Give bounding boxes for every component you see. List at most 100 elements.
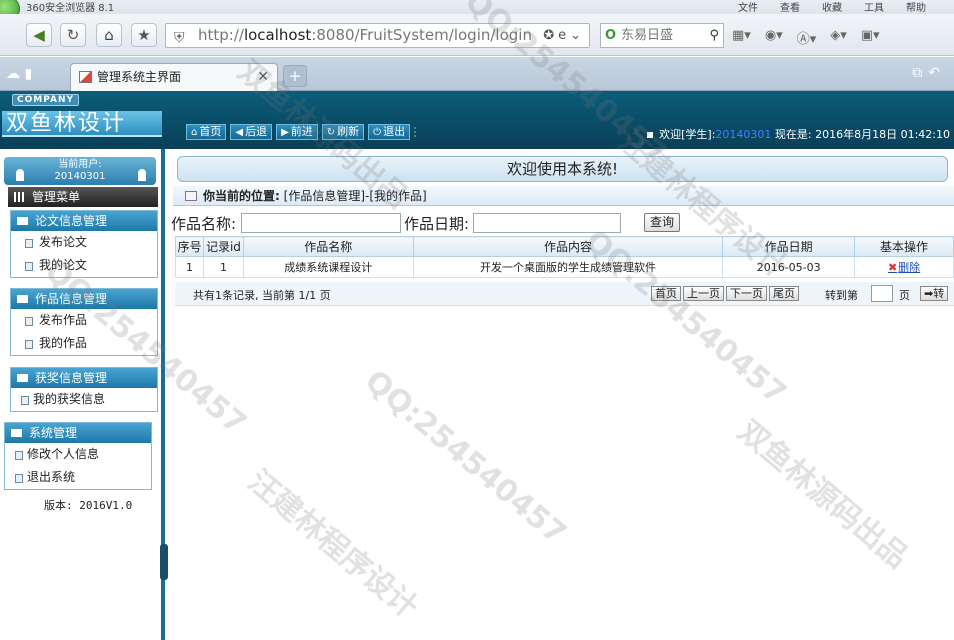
pager-buttons: 首页 上一页 下一页 尾页 — [651, 286, 799, 301]
menu-file[interactable]: 文件 — [738, 0, 758, 14]
security-icon[interactable]: ◉▾ — [765, 28, 783, 47]
new-tab-button[interactable]: + — [283, 65, 307, 87]
go-arrow-icon: ➡ — [924, 287, 934, 300]
refresh-button-label: 刷新 — [337, 125, 360, 138]
last-page-button[interactable]: 尾页 — [769, 286, 799, 301]
sidebar-item-label: 我的获奖信息 — [33, 392, 106, 406]
forward-button-label: 前进 — [290, 125, 313, 138]
page-unit-label: 页 — [899, 289, 910, 302]
restore-tabs-icon[interactable]: ⧉↶ — [912, 65, 946, 81]
menu-group-header[interactable]: 系统管理 — [5, 423, 151, 443]
refresh-button[interactable]: ↻ 刷新 — [321, 124, 365, 140]
goto-page-input[interactable] — [871, 285, 893, 302]
column-header-actions: 基本操作 — [854, 236, 954, 257]
logout-button[interactable]: ⏻ 退出 — [368, 124, 411, 140]
sidebar-item-logout[interactable]: 退出系统 — [5, 466, 151, 489]
cell-actions: ✖删除 — [854, 256, 954, 278]
back-arrow-icon[interactable]: ◀ — [26, 23, 52, 47]
menu-tools[interactable]: 工具 — [864, 0, 884, 14]
search-filters: 作品名称: 作品日期: 查询 — [171, 212, 952, 234]
logout-button-label: 退出 — [383, 125, 406, 138]
home-button[interactable]: ⌂ 首页 — [186, 124, 227, 140]
table-header-row: 序号 记录id 作品名称 作品内容 作品日期 基本操作 — [175, 236, 954, 257]
menu-group-title: 作品信息管理 — [35, 292, 108, 306]
work-name-label: 作品名称: — [171, 215, 237, 233]
translate-icon[interactable]: Ⓐ▾ — [797, 28, 817, 47]
menu-group-works: 作品信息管理 发布作品 我的作品 — [10, 288, 158, 356]
search-engine-icon: O — [605, 28, 617, 43]
menu-help[interactable]: 帮助 — [906, 0, 926, 14]
menu-group-header[interactable]: 论文信息管理 — [11, 211, 157, 231]
query-button[interactable]: 查询 — [644, 213, 680, 232]
browser-title-bar: 360安全浏览器 8.1 文件 查看 收藏 工具 帮助 — [0, 0, 954, 22]
document-icon — [15, 451, 23, 460]
pin-icon — [16, 169, 24, 181]
sidebar-item-edit-profile[interactable]: 修改个人信息 — [5, 443, 151, 466]
browser-toolbar-icons: ▦▾ ◉▾ Ⓐ▾ ◈▾ ▣▾ — [732, 28, 880, 47]
toolbar-grip-icon — [414, 127, 422, 137]
search-icon[interactable]: ⚲ — [709, 24, 719, 47]
address-bar[interactable]: ⛨ http://localhost:8080/FruitSystem/logi… — [165, 23, 590, 48]
tab-close-icon[interactable]: ✕ — [257, 64, 269, 90]
sidebar-item-label: 修改个人信息 — [27, 447, 100, 461]
reload-icon[interactable]: ↻ — [60, 23, 86, 47]
menu-favorites[interactable]: 收藏 — [822, 0, 842, 14]
menu-group-header[interactable]: 获奖信息管理 — [11, 368, 157, 388]
prev-page-button[interactable]: 上一页 — [683, 286, 724, 301]
sidebar-item-publish-work[interactable]: 发布作品 — [11, 309, 157, 332]
main-content: 欢迎使用本系统! 你当前的位置: [作品信息管理]-[我的作品] 作品名称: 作… — [169, 149, 954, 640]
menu-title: 管理菜单 — [8, 187, 158, 207]
work-date-input[interactable] — [473, 213, 621, 233]
sidebar-collapse-handle[interactable] — [160, 544, 168, 580]
menu-view[interactable]: 查看 — [780, 0, 800, 14]
cell-work-name: 成绩系统课程设计 — [242, 256, 414, 278]
sidebar-item-my-papers[interactable]: 我的论文 — [11, 254, 157, 277]
pager-info: 共有1条记录, 当前第 1/1 页 — [193, 289, 331, 302]
menu-group-header[interactable]: 作品信息管理 — [11, 289, 157, 309]
search-box[interactable]: O 东易日盛 ⚲ — [600, 23, 724, 48]
refresh-icon: ↻ — [326, 127, 336, 138]
brand-logo: 双鱼林设计 — [2, 111, 162, 137]
apps-icon[interactable]: ▦▾ — [732, 28, 751, 47]
folder-icon — [17, 374, 28, 382]
menu-group-title: 系统管理 — [29, 426, 78, 440]
back-icon: ◀ — [235, 127, 244, 138]
location-icon — [185, 191, 197, 201]
browser-nav-bar: ◀ ↻ ⌂ ★ ⛨ http://localhost:8080/FruitSys… — [0, 14, 954, 56]
sidebar-item-label: 发布论文 — [39, 235, 88, 249]
extension-icon[interactable]: ◈▾ — [830, 28, 847, 47]
screenshot-icon[interactable]: ▣▾ — [861, 28, 880, 47]
address-bar-tools-icon[interactable]: ✪e⌄ — [543, 24, 585, 47]
column-header-seq: 序号 — [175, 236, 204, 257]
favorite-star-icon[interactable]: ★ — [131, 23, 157, 47]
sidebar-item-my-works[interactable]: 我的作品 — [11, 332, 157, 355]
document-icon — [25, 262, 33, 271]
header-toolbar: ⌂ 首页 ◀ 后退 ▶ 前进 ↻ 刷新 ⏻ 退出 — [186, 124, 422, 140]
forward-button[interactable]: ▶ 前进 — [276, 124, 318, 140]
browser-menu: 文件 查看 收藏 工具 帮助 — [738, 0, 926, 14]
sidebar-item-publish-paper[interactable]: 发布论文 — [11, 231, 157, 254]
column-header-work-content: 作品内容 — [412, 236, 724, 257]
document-icon — [25, 340, 33, 349]
next-page-button[interactable]: 下一页 — [726, 286, 767, 301]
tab-main-interface[interactable]: 管理系统主界面 ✕ — [70, 63, 278, 91]
version-label: 版本: 2016V1.0 — [44, 499, 133, 512]
table-row: 1 1 成绩系统课程设计 开发一个桌面版的学生成绩管理软件 2016-05-03… — [175, 256, 954, 278]
sidebar-item-label: 发布作品 — [39, 313, 88, 327]
work-date-label: 作品日期: — [404, 215, 470, 233]
home-icon[interactable]: ⌂ — [96, 23, 122, 47]
menu-group-papers: 论文信息管理 发布论文 我的论文 — [10, 210, 158, 278]
sidebar-item-label: 退出系统 — [27, 470, 76, 484]
go-button[interactable]: ➡转 — [920, 286, 949, 301]
bullet-icon — [647, 132, 654, 138]
welcome-prefix: 欢迎[学生]: — [659, 128, 716, 141]
folder-icon — [17, 217, 28, 225]
delete-link[interactable]: ✖删除 — [888, 261, 920, 274]
sidebar-item-my-awards[interactable]: 我的获奖信息 — [11, 388, 157, 411]
delete-label: 删除 — [898, 261, 921, 274]
folder-icon — [11, 429, 22, 437]
work-name-input[interactable] — [241, 213, 401, 233]
cloud-icon[interactable]: ☁ ▮ — [6, 66, 32, 82]
back-button[interactable]: ◀ 后退 — [230, 124, 273, 140]
first-page-button[interactable]: 首页 — [651, 286, 681, 301]
